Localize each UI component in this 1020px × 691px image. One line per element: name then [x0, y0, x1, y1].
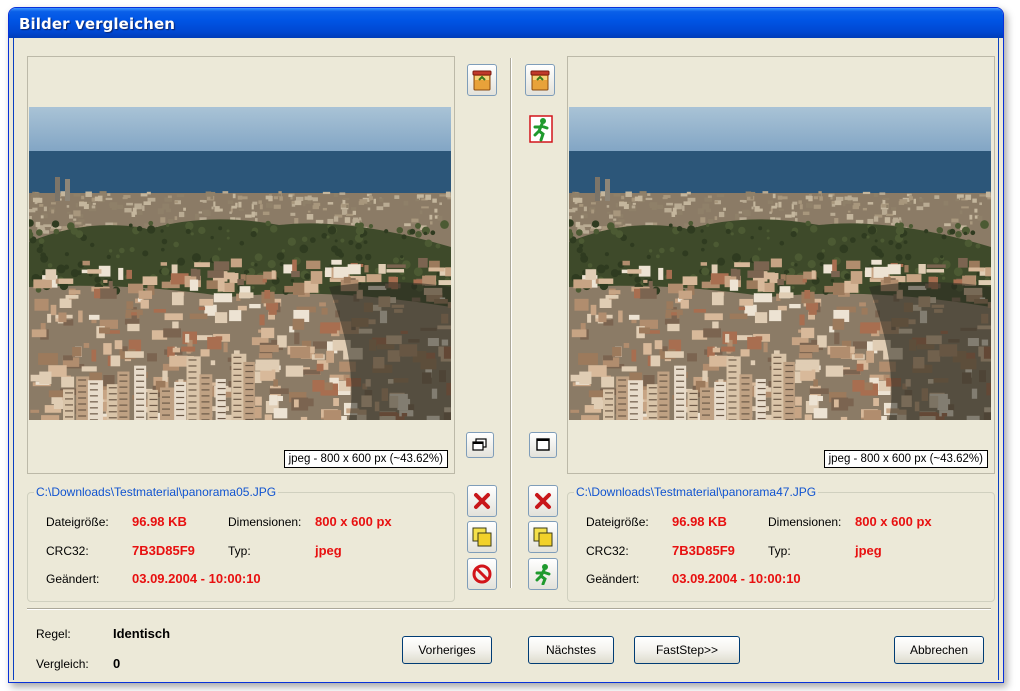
right-delete-button[interactable]	[528, 485, 558, 517]
left-modified-value: 03.09.2004 - 10:00:10	[132, 571, 261, 586]
window-single-icon	[536, 438, 550, 451]
previous-button[interactable]: Vorheriges	[402, 636, 492, 664]
window-restore-icon	[472, 438, 487, 451]
right-type-value: jpeg	[855, 543, 882, 558]
left-stop-button[interactable]	[467, 558, 497, 590]
right-crc-value: 7B3D85F9	[672, 543, 735, 558]
left-modified-label: Geändert:	[46, 572, 100, 586]
left-cityscape-image	[29, 107, 451, 420]
recycle-bin-icon	[472, 70, 492, 91]
left-file-path[interactable]: C:\Downloads\Testmaterial\panorama05.JPG	[34, 485, 279, 499]
delete-x-icon	[535, 493, 551, 509]
right-run-button-top[interactable]	[528, 114, 554, 144]
left-size-label: Dateigröße:	[46, 515, 109, 529]
left-move-button[interactable]	[467, 521, 497, 553]
dialog-client: jpeg - 800 x 600 px (~43.62%) jpeg - 800…	[13, 38, 999, 680]
delete-x-icon	[474, 493, 490, 509]
cancel-button[interactable]: Abbrechen	[894, 636, 984, 664]
left-file-info: C:\Downloads\Testmaterial\panorama05.JPG…	[27, 485, 455, 602]
move-folder-icon	[472, 527, 492, 547]
right-run-button[interactable]	[528, 558, 558, 590]
compare-label: Vergleich:	[36, 657, 89, 671]
right-modified-value: 03.09.2004 - 10:00:10	[672, 571, 801, 586]
next-button[interactable]: Nächstes	[528, 636, 614, 664]
right-file-info: C:\Downloads\Testmaterial\panorama47.JPG…	[567, 485, 995, 602]
left-crc-value: 7B3D85F9	[132, 543, 195, 558]
right-type-label: Typ:	[768, 544, 791, 558]
left-dimensions-value: 800 x 600 px	[315, 514, 392, 529]
recycle-bin-icon	[530, 70, 550, 91]
footer-separator	[27, 608, 991, 610]
left-dimensions-label: Dimensionen:	[228, 515, 302, 529]
right-single-view-button[interactable]	[529, 432, 557, 458]
right-crc-label: CRC32:	[586, 544, 629, 558]
right-image-info: jpeg - 800 x 600 px (~43.62%)	[823, 450, 988, 468]
rule-value: Identisch	[113, 626, 171, 641]
right-cityscape-image	[569, 107, 991, 420]
faststep-button[interactable]: FastStep>>	[634, 636, 740, 664]
right-file-path[interactable]: C:\Downloads\Testmaterial\panorama47.JPG	[574, 485, 819, 499]
running-man-icon	[535, 564, 551, 585]
left-type-label: Typ:	[228, 544, 251, 558]
right-modified-label: Geändert:	[586, 572, 640, 586]
right-dimensions-label: Dimensionen:	[768, 515, 842, 529]
right-move-button[interactable]	[528, 521, 558, 553]
running-man-icon	[529, 115, 553, 143]
left-image-panel: jpeg - 800 x 600 px (~43.62%)	[27, 56, 455, 474]
right-dimensions-value: 800 x 600 px	[855, 514, 932, 529]
compare-dialog: Bilder vergleichen jpeg - 800 x 600 px (…	[8, 7, 1004, 683]
center-divider	[510, 58, 512, 588]
left-image-info: jpeg - 800 x 600 px (~43.62%)	[283, 450, 448, 468]
left-photo[interactable]	[29, 107, 451, 420]
move-folder-icon	[533, 527, 553, 547]
right-size-label: Dateigröße:	[586, 515, 649, 529]
compare-value: 0	[113, 656, 121, 671]
right-size-value: 96.98 KB	[672, 514, 727, 529]
right-photo[interactable]	[569, 107, 991, 420]
window-title: Bilder vergleichen	[19, 15, 176, 33]
right-recycle-button[interactable]	[525, 64, 555, 96]
right-image-panel: jpeg - 800 x 600 px (~43.62%)	[567, 56, 995, 474]
left-recycle-button[interactable]	[467, 64, 497, 96]
left-restore-button[interactable]	[466, 432, 494, 458]
left-type-value: jpeg	[315, 543, 342, 558]
left-crc-label: CRC32:	[46, 544, 89, 558]
rule-label: Regel:	[36, 627, 71, 641]
stop-icon	[472, 564, 492, 584]
title-bar[interactable]: Bilder vergleichen	[9, 8, 1003, 38]
left-delete-button[interactable]	[467, 485, 497, 517]
left-size-value: 96.98 KB	[132, 514, 187, 529]
